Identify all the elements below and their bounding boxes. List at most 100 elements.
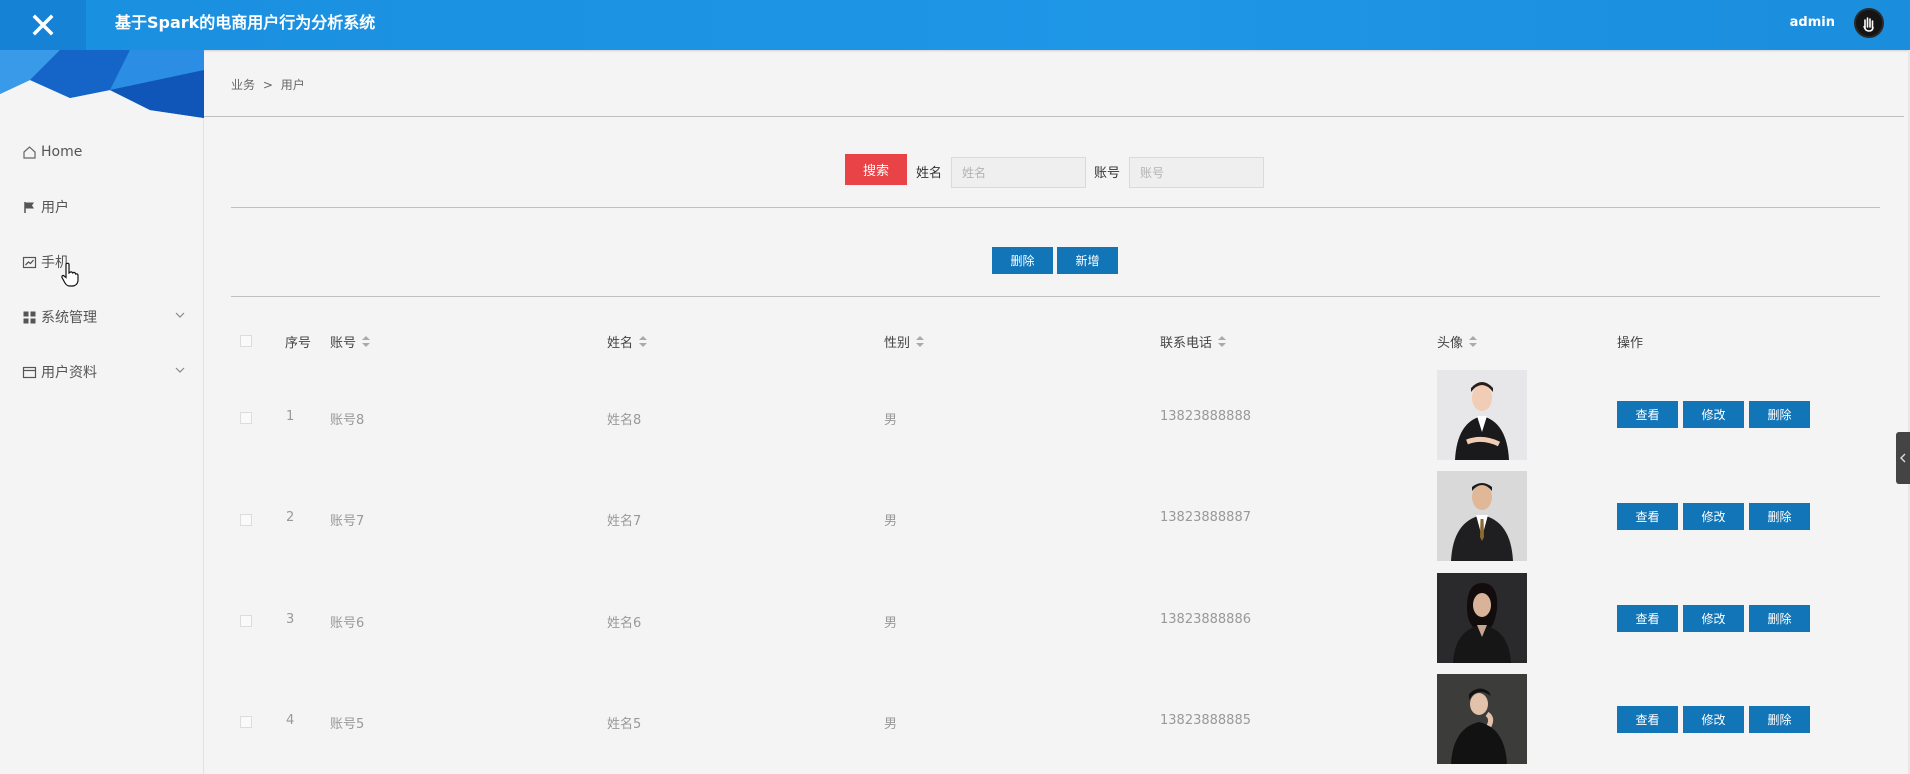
user-avatar[interactable] <box>1854 8 1884 38</box>
add-button[interactable]: 新增 <box>1057 247 1118 274</box>
grid-icon <box>22 310 37 325</box>
sidebar-item-users[interactable]: 用户 <box>22 195 192 219</box>
delete-button[interactable]: 删除 <box>1749 605 1810 632</box>
cell-account: 账号7 <box>330 514 365 529</box>
header-label: 联系电话 <box>1160 336 1213 351</box>
sidebar-item-label: 用户资料 <box>41 365 97 381</box>
row-checkbox[interactable] <box>240 716 252 728</box>
breadcrumb-parent[interactable]: 业务 <box>231 78 255 92</box>
user-avatar-photo <box>1437 573 1527 663</box>
sidebar-banner <box>0 50 204 118</box>
account-search-input[interactable] <box>1129 157 1264 188</box>
cell-name: 姓名7 <box>607 514 642 529</box>
cell-phone: 13823888888 <box>1160 409 1251 424</box>
cell-account: 账号5 <box>330 717 365 732</box>
column-header-actions: 操作 <box>1617 332 1643 351</box>
close-icon <box>32 14 54 36</box>
user-avatar-photo <box>1437 674 1527 764</box>
cell-name: 姓名5 <box>607 717 642 732</box>
edit-button[interactable]: 修改 <box>1683 605 1744 632</box>
edit-button[interactable]: 修改 <box>1683 401 1744 428</box>
column-header-account[interactable]: 账号 <box>330 332 371 351</box>
sidebar: Home 用户 手机 系统管理 用户资料 <box>0 50 204 774</box>
sort-icon[interactable] <box>1469 335 1478 348</box>
select-all-checkbox[interactable] <box>240 335 252 347</box>
row-checkbox[interactable] <box>240 412 252 424</box>
top-bar: 基于Spark的电商用户行为分析系统 admin <box>0 0 1910 50</box>
breadcrumb-separator: > <box>262 78 273 92</box>
sidebar-item-user-profile[interactable]: 用户资料 <box>22 360 192 384</box>
flag-icon <box>22 200 37 215</box>
row-checkbox[interactable] <box>240 514 252 526</box>
column-header-avatar[interactable]: 头像 <box>1437 332 1478 351</box>
breadcrumb: 业务 > 用户 <box>231 76 305 93</box>
chevron-left-icon <box>1900 453 1906 463</box>
cell-gender: 男 <box>884 717 898 732</box>
row-checkbox[interactable] <box>240 615 252 627</box>
cell-index: 4 <box>286 713 295 728</box>
account-label: 账号 <box>1094 166 1121 181</box>
edit-button[interactable]: 修改 <box>1683 503 1744 530</box>
delete-button[interactable]: 删除 <box>1749 401 1810 428</box>
header-label: 性别 <box>884 336 911 351</box>
cell-gender: 男 <box>884 514 898 529</box>
header-label: 操作 <box>1617 336 1644 351</box>
side-panel-toggle[interactable] <box>1896 432 1910 484</box>
sidebar-item-system-management[interactable]: 系统管理 <box>22 305 192 329</box>
view-button[interactable]: 查看 <box>1617 503 1678 530</box>
cell-phone: 13823888885 <box>1160 713 1251 728</box>
sort-icon[interactable] <box>362 335 371 348</box>
user-name[interactable]: admin <box>1790 0 1835 50</box>
view-button[interactable]: 查看 <box>1617 706 1678 733</box>
header-label: 头像 <box>1437 336 1464 351</box>
hand-pointer-cursor-icon <box>61 262 79 287</box>
delete-button[interactable]: 删除 <box>1749 503 1810 530</box>
breadcrumb-current: 用户 <box>280 78 305 92</box>
cell-phone: 13823888887 <box>1160 510 1251 525</box>
sidebar-item-label: 用户 <box>41 200 69 216</box>
header-label: 序号 <box>285 336 312 351</box>
chevron-down-icon <box>175 367 185 373</box>
edit-button[interactable]: 修改 <box>1683 706 1744 733</box>
user-avatar-photo <box>1437 370 1527 460</box>
view-button[interactable]: 查看 <box>1617 401 1678 428</box>
app-title: 基于Spark的电商用户行为分析系统 <box>115 13 376 32</box>
header-label: 账号 <box>330 336 357 351</box>
search-divider <box>231 207 1880 208</box>
header-label: 姓名 <box>607 336 634 351</box>
cell-account: 账号6 <box>330 616 365 631</box>
sort-icon[interactable] <box>1218 335 1227 348</box>
sidebar-item-label: 系统管理 <box>41 310 97 326</box>
column-header-phone[interactable]: 联系电话 <box>1160 332 1227 351</box>
column-header-gender[interactable]: 性别 <box>884 332 925 351</box>
user-avatar-photo <box>1437 471 1527 561</box>
view-button[interactable]: 查看 <box>1617 605 1678 632</box>
home-icon <box>22 145 37 160</box>
sidebar-item-home[interactable]: Home <box>22 140 192 164</box>
card-icon <box>22 365 37 380</box>
cell-account: 账号8 <box>330 413 365 428</box>
chart-icon <box>22 255 37 270</box>
cell-phone: 13823888886 <box>1160 612 1251 627</box>
column-header-name[interactable]: 姓名 <box>607 332 648 351</box>
cell-name: 姓名6 <box>607 616 642 631</box>
cell-name: 姓名8 <box>607 413 642 428</box>
cell-index: 2 <box>286 510 295 525</box>
sort-icon[interactable] <box>639 335 648 348</box>
name-search-input[interactable] <box>951 157 1086 188</box>
sidebar-item-phones[interactable]: 手机 <box>22 250 192 274</box>
chevron-down-icon <box>175 312 185 318</box>
name-label: 姓名 <box>916 166 943 181</box>
breadcrumb-divider <box>204 116 1904 117</box>
column-header-index: 序号 <box>285 332 311 351</box>
close-button[interactable] <box>0 0 86 50</box>
cell-gender: 男 <box>884 413 898 428</box>
bulk-delete-button[interactable]: 删除 <box>992 247 1053 274</box>
sidebar-item-label: Home <box>41 144 83 160</box>
hand-icon <box>1863 17 1874 32</box>
search-button[interactable]: 搜索 <box>845 154 907 185</box>
toolbar-divider <box>231 296 1880 297</box>
delete-button[interactable]: 删除 <box>1749 706 1810 733</box>
sort-icon[interactable] <box>916 335 925 348</box>
cell-index: 3 <box>286 612 295 627</box>
